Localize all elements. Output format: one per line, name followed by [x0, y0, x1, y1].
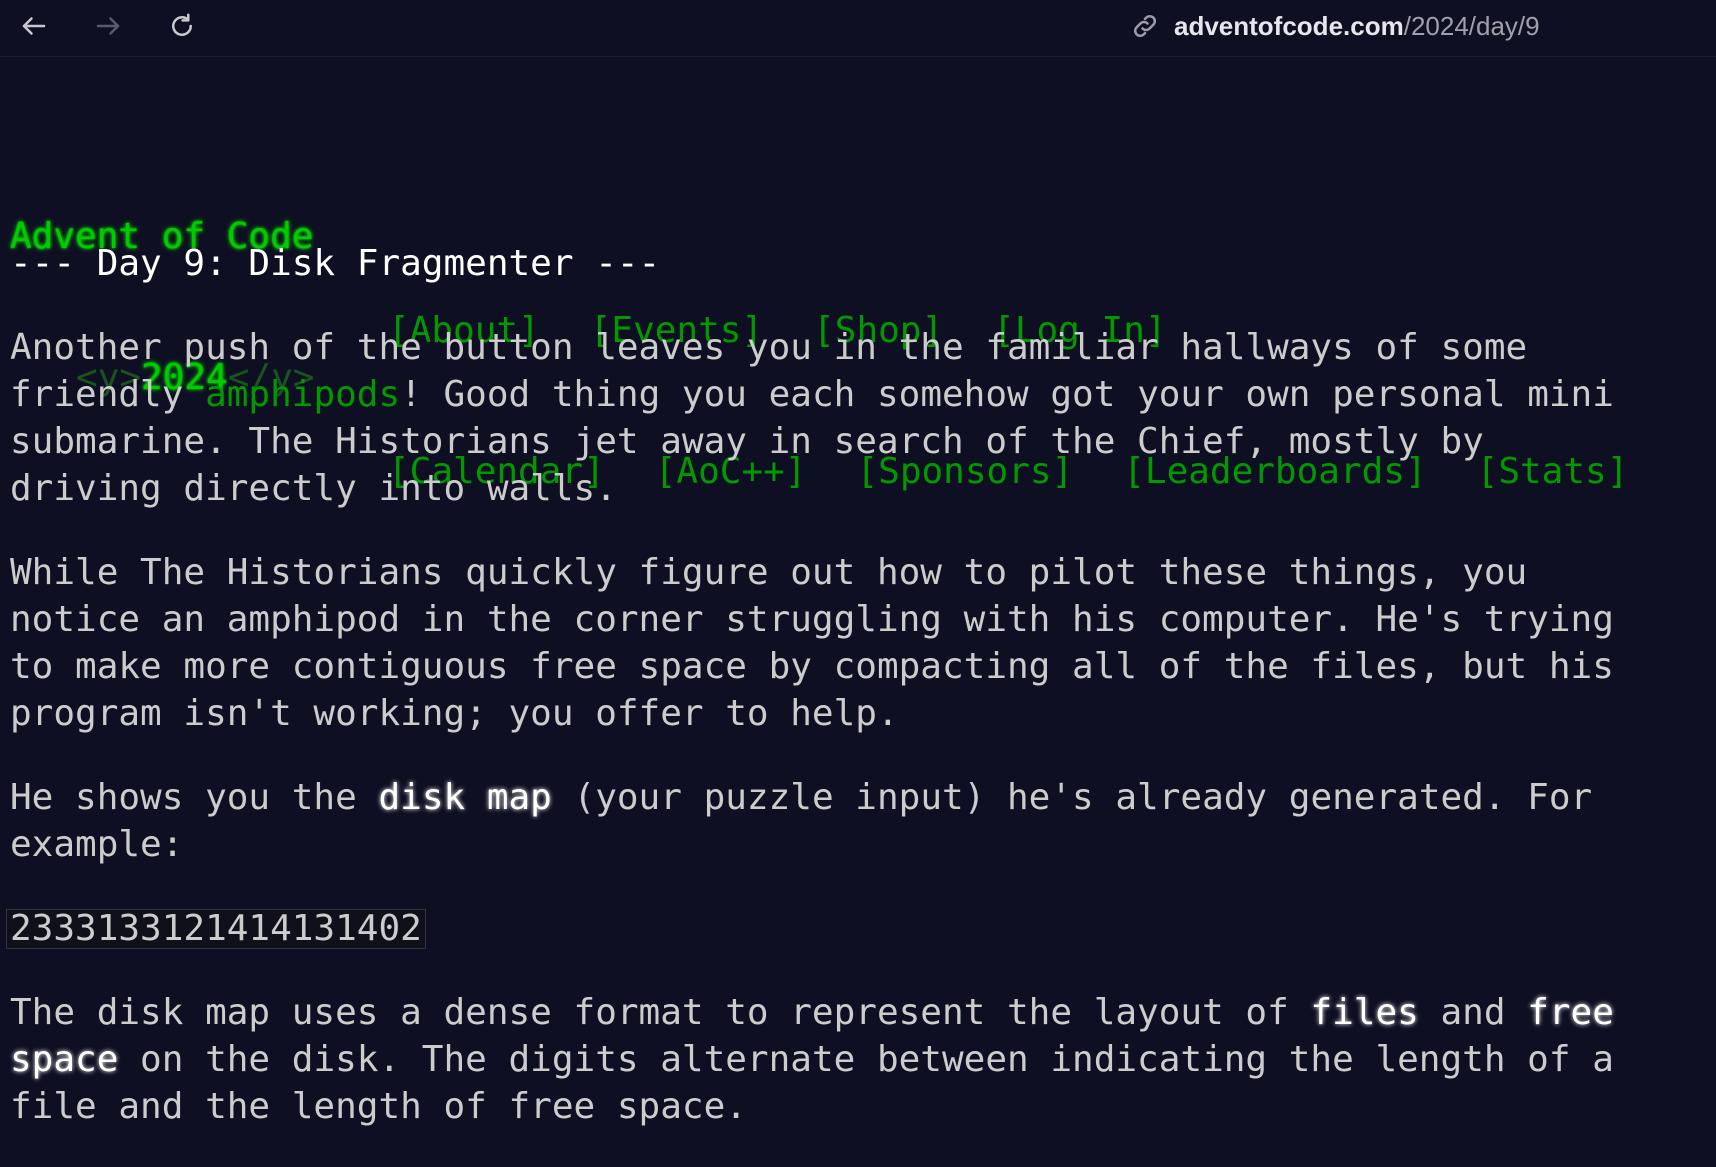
arrow-left-icon — [22, 17, 46, 35]
text-line: example: — [10, 824, 184, 865]
text-line: submarine. The Historians jet away in se… — [10, 421, 1484, 462]
text-fragment: ! Good thing you each somehow got your o… — [400, 374, 1614, 415]
back-button[interactable] — [14, 6, 54, 46]
text-line: While The Historians quickly figure out … — [10, 552, 1528, 593]
emphasis-disk-map: disk map — [378, 777, 552, 818]
text-line: program isn't working; you offer to help… — [10, 693, 899, 734]
address-bar[interactable]: adventofcode.com/2024/day/9 — [1130, 8, 1540, 44]
reload-button[interactable] — [162, 6, 202, 46]
paragraph-problem: While The Historians quickly figure out … — [10, 549, 1700, 737]
emphasis-files: files — [1310, 992, 1419, 1033]
browser-toolbar: adventofcode.com/2024/day/9 — [0, 0, 1716, 57]
text-fragment: He shows you the — [10, 777, 379, 818]
puzzle-article: --- Day 9: Disk Fragmenter --- Another p… — [6, 240, 1700, 1167]
text-fragment: The disk map uses a dense format to repr… — [10, 992, 1311, 1033]
text-line: notice an amphipod in the corner struggl… — [10, 599, 1614, 640]
arrow-right-icon — [96, 17, 120, 35]
emphasis-free: free — [1527, 992, 1614, 1033]
header-row-1: Advent of Code [About] [Events] [Shop] [… — [10, 166, 1167, 351]
text-fragment: (your puzzle input) he's already generat… — [551, 777, 1593, 818]
url-host: adventofcode.com — [1174, 10, 1404, 41]
text-line: file and the length of free space. — [10, 1086, 747, 1127]
forward-button[interactable] — [88, 6, 128, 46]
text-fragment: on the disk. The digits alternate betwee… — [118, 1039, 1614, 1080]
text-fragment: friendly — [10, 374, 206, 415]
puzzle-heading: --- Day 9: Disk Fragmenter --- — [10, 243, 661, 284]
text-line: to make more contiguous free space by co… — [10, 646, 1614, 687]
example-code-block: 2333133121414131402 — [6, 909, 426, 949]
link-icon — [1133, 14, 1157, 38]
text-fragment: and — [1418, 992, 1528, 1033]
url-path: /2024/day/9 — [1403, 10, 1540, 41]
paragraph-intro: Another push of the button leaves you in… — [10, 324, 1700, 512]
emphasis-space: space — [10, 1039, 119, 1080]
text-line: Another push of the button leaves you in… — [10, 327, 1528, 368]
text-line: driving directly into walls. — [10, 468, 617, 509]
reload-icon — [172, 13, 192, 36]
amphipods-link[interactable]: amphipods — [205, 374, 400, 415]
paragraph-format: The disk map uses a dense format to repr… — [10, 989, 1700, 1130]
paragraph-disk-map: He shows you the disk map (your puzzle i… — [10, 774, 1700, 868]
